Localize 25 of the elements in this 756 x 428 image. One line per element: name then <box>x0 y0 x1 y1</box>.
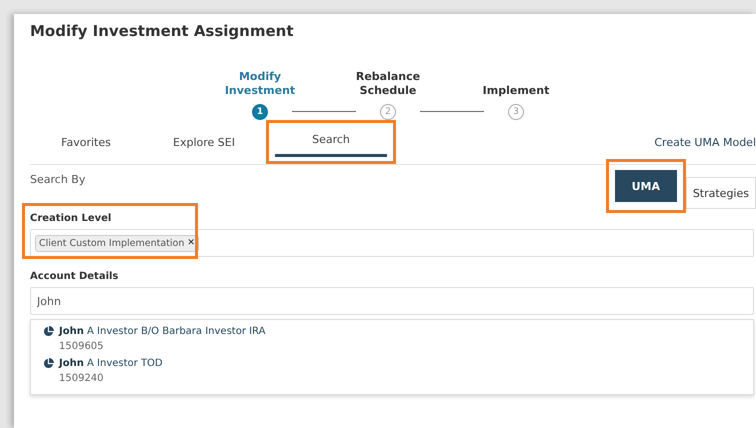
tab[interactable]: Search <box>275 127 387 157</box>
chip-label: Client Custom Implementation <box>39 238 184 248</box>
account-number: 1509240 <box>58 373 105 384</box>
field-label: Account Details <box>30 271 120 282</box>
step-label: Implement <box>482 84 550 98</box>
remove-icon[interactable]: ✕ <box>187 238 195 248</box>
toggle-option[interactable]: UMA <box>614 170 677 202</box>
input-field[interactable]: Client Custom Implementation ✕ <box>30 229 754 257</box>
create-model-link[interactable]: Create UMA Model <box>654 130 756 149</box>
search-by-label: Search By <box>30 173 86 186</box>
step-label: Modify Investment <box>224 70 296 98</box>
pie-chart-icon <box>43 358 54 369</box>
field-label: Creation Level <box>30 213 112 224</box>
page-title: Modify Investment Assignment <box>30 22 294 42</box>
pie-chart-icon <box>43 326 54 337</box>
step-number: 1 <box>252 104 268 120</box>
step-label: Rebalance Schedule <box>354 70 422 98</box>
tab[interactable]: Explore SEI <box>148 130 260 160</box>
tab[interactable]: Favorites <box>30 130 142 160</box>
step-number: 2 <box>380 104 396 120</box>
account-name[interactable]: John A Investor B/O Barbara Investor IRA <box>59 326 266 337</box>
toggle-option[interactable]: Strategies <box>686 177 756 209</box>
account-number: 1509605 <box>58 341 105 352</box>
account-name[interactable]: John A Investor TOD <box>59 358 163 369</box>
step-number: 3 <box>508 104 524 120</box>
